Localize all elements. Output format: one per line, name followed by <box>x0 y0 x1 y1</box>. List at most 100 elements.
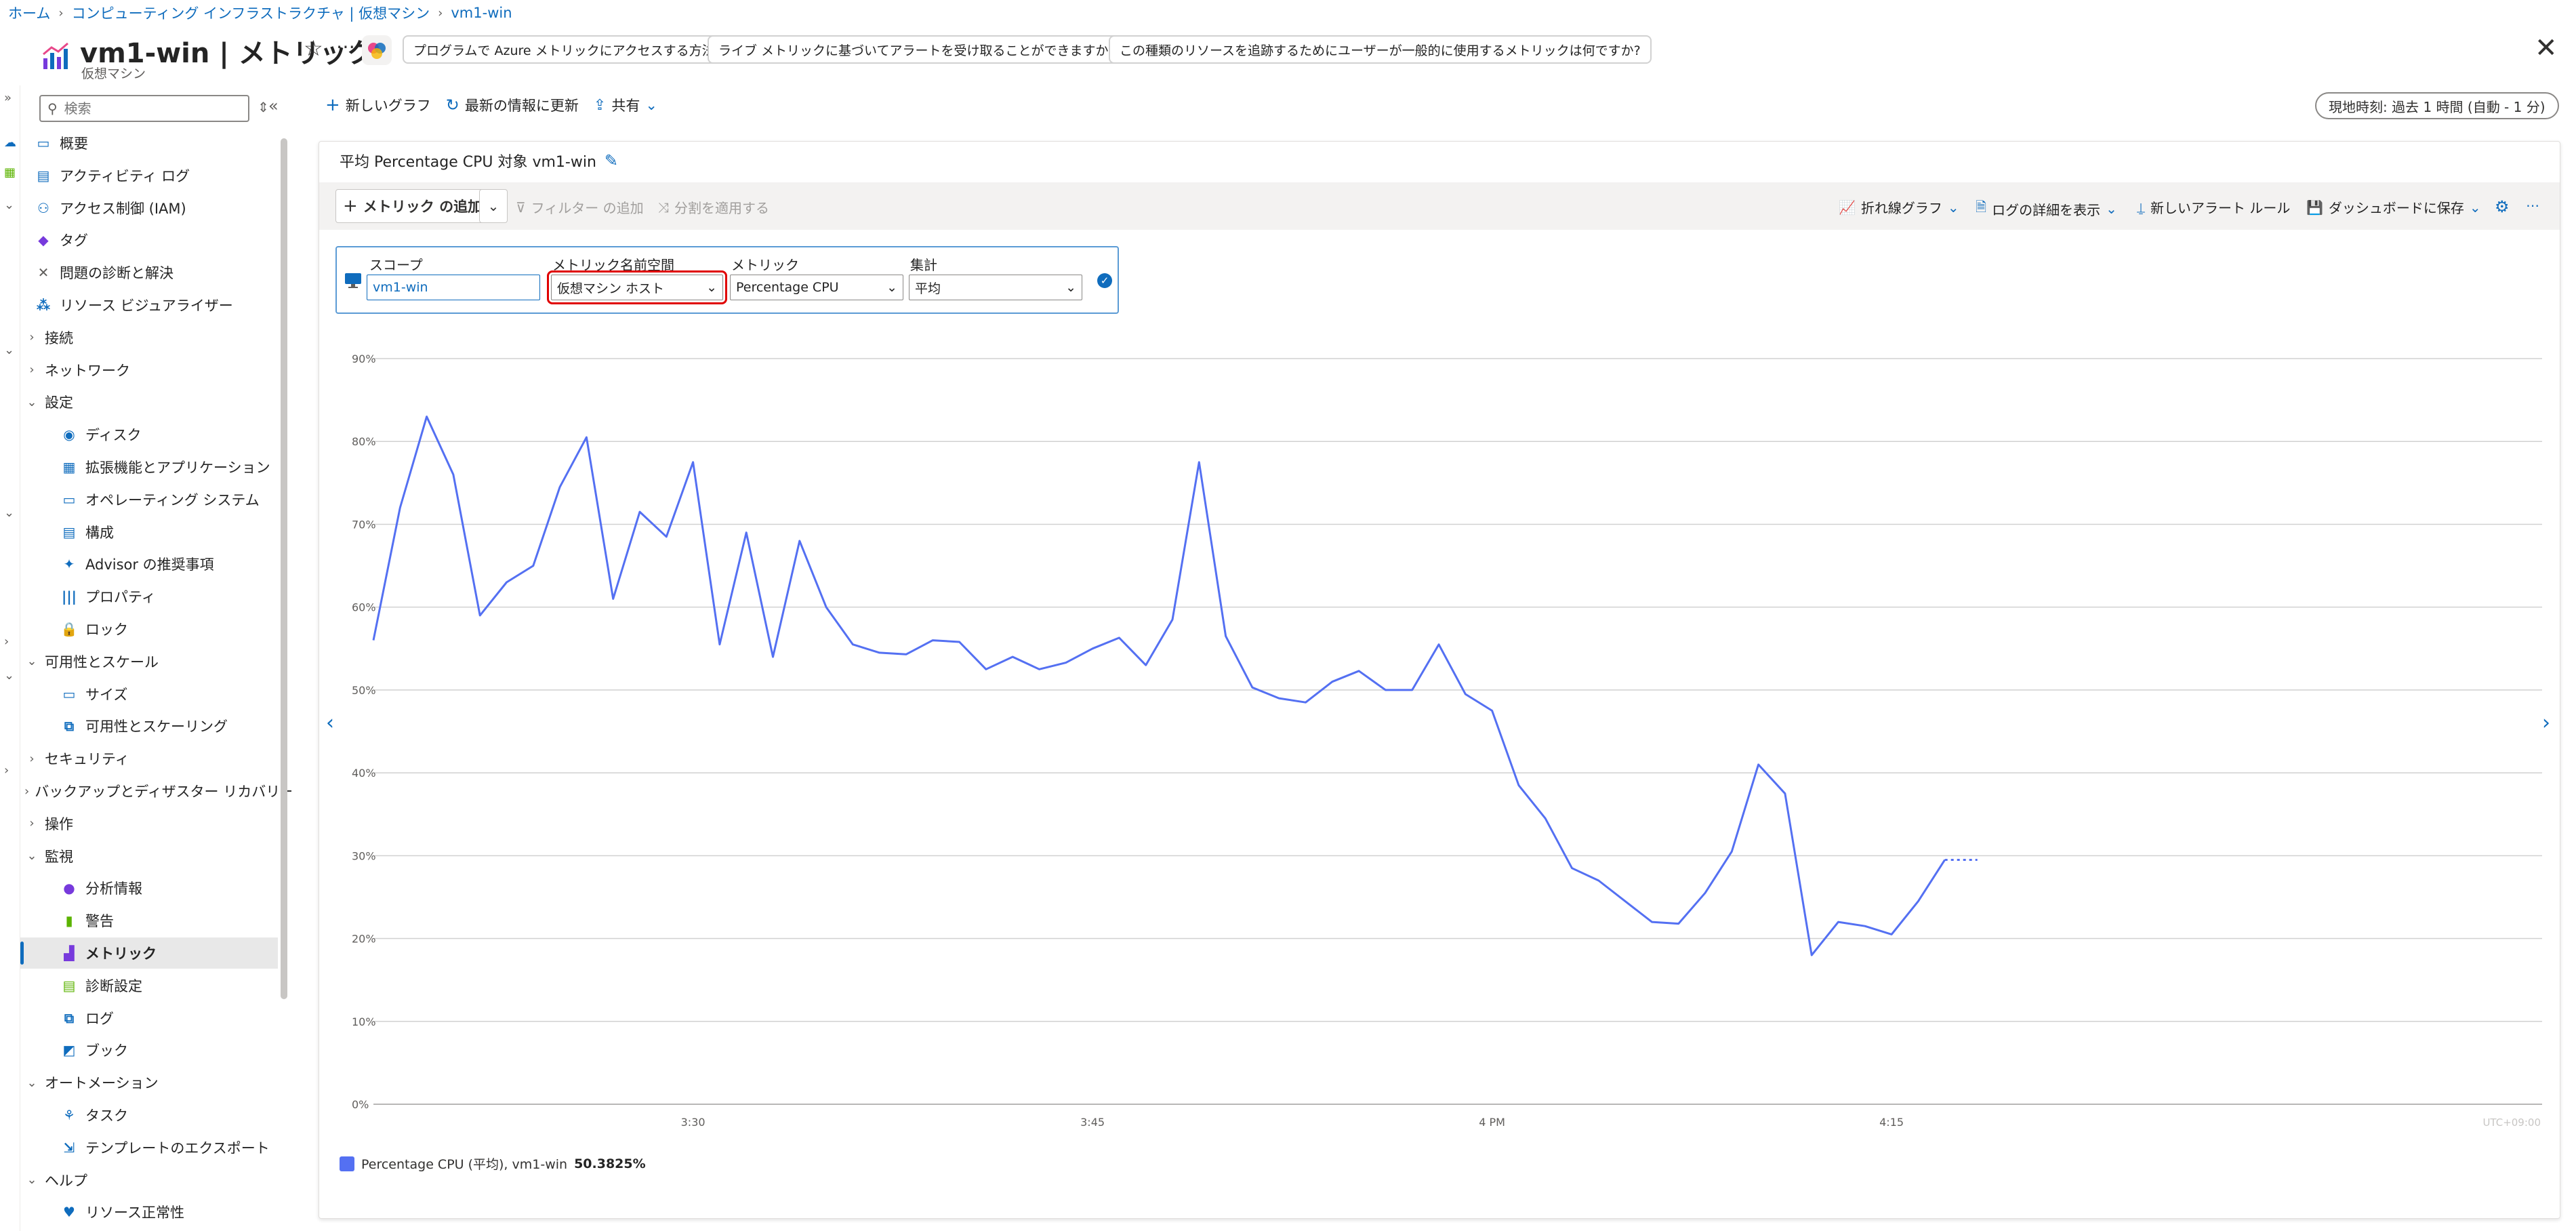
config-icon: ▤ <box>62 523 76 540</box>
sidebar-item[interactable]: ⌄ 監視 <box>20 841 278 872</box>
add-metric-dropdown[interactable]: ⌄ <box>479 189 508 223</box>
chevron-right-icon[interactable]: › <box>4 763 9 778</box>
line-chart[interactable]: 0% 10% 20% 30% 40% 50% 60% 70% 80% 90% 3:30 3:45 4 P… <box>319 345 2560 1152</box>
sidebar-item[interactable]: ▮ 警告 <box>20 905 278 936</box>
chevron-right-icon[interactable]: › <box>4 634 9 649</box>
collapse-sidebar-icon[interactable]: « <box>268 96 279 115</box>
sidebar-item[interactable]: ▭ 概要 <box>20 127 278 159</box>
sidebar-item[interactable]: ▤ アクティビティ ログ <box>20 160 278 191</box>
sidebar-item[interactable]: ▭ サイズ <box>20 679 278 710</box>
more-icon[interactable]: ⋯ <box>336 35 355 58</box>
sidebar-item[interactable]: ⚇ アクセス制御 (IAM) <box>20 193 278 224</box>
chevron-down-icon[interactable]: ⌄ <box>4 506 14 520</box>
namespace-dropdown[interactable]: 仮想マシン ホスト ⌄ <box>547 270 727 304</box>
breadcrumb-vm[interactable]: vm1-win <box>451 5 512 21</box>
sidebar-item[interactable]: ⌄ オートメーション <box>20 1067 278 1098</box>
sidebar-item-label: アクセス制御 (IAM) <box>60 200 186 217</box>
chart-legend[interactable]: Percentage CPU (平均), vm1-win 50.3825% <box>340 1154 646 1173</box>
sidebar-item[interactable]: ⁂ リソース ビジュアライザー <box>20 289 278 321</box>
metric-dropdown[interactable]: Percentage CPU ⌄ <box>730 275 903 300</box>
chevron-right-icon[interactable]: › <box>2542 711 2550 735</box>
search-input[interactable] <box>64 100 227 117</box>
add-metric-button[interactable]: + メトリック の追加 <box>335 189 490 223</box>
breadcrumb-compute[interactable]: コンピューティング インフラストラクチャ | 仮想マシン <box>72 3 430 23</box>
sidebar-item[interactable]: ● 分析情報 <box>20 872 278 904</box>
sidebar-item[interactable]: ◉ ディスク <box>20 419 278 450</box>
sidebar-item[interactable]: ⌄ 設定 <box>20 386 278 418</box>
chevron-right-icon[interactable]: › <box>24 816 39 830</box>
chevron-left-icon[interactable]: ‹ <box>326 711 334 735</box>
sidebar-item[interactable]: › セキュリティ <box>20 743 278 774</box>
chevron-down-icon[interactable]: ⌄ <box>24 1076 39 1090</box>
chevron-right-icon[interactable]: › <box>24 752 39 766</box>
chevron-down-icon[interactable]: ⌄ <box>24 849 39 863</box>
sidebar-item[interactable]: ⌄ 可用性とスケール <box>20 646 278 677</box>
chevron-right-icon[interactable]: › <box>24 330 39 344</box>
sidebar-item[interactable]: › 操作 <box>20 808 278 839</box>
more-options-button[interactable]: ⋯ <box>2526 197 2539 214</box>
sidebar-item[interactable]: ▟ メトリック <box>20 937 278 969</box>
sidebar-search[interactable]: ⚲ <box>39 95 249 122</box>
edit-pencil-icon[interactable]: ✎ <box>605 151 618 170</box>
scope-field[interactable]: vm1-win <box>367 275 540 300</box>
size-icon: ▭ <box>62 685 76 702</box>
apply-split-button[interactable]: ⤨ 分割を適用する <box>658 197 769 217</box>
chevron-right-icon[interactable]: › <box>24 784 29 799</box>
sidebar-item[interactable]: ▭ オペレーティング システム <box>20 484 278 515</box>
sidebar-item[interactable]: ⚘ タスク <box>20 1099 278 1131</box>
sort-icon[interactable]: ⇕ <box>258 99 269 115</box>
save-dashboard-button[interactable]: 💾 ダッシュボードに保存 ⌄ <box>2306 197 2481 217</box>
sidebar-item[interactable]: ▤ 診断設定 <box>20 970 278 1001</box>
copilot-icon[interactable] <box>362 35 392 65</box>
sidebar-item[interactable]: ♥ リソース正常性 <box>20 1196 278 1228</box>
sidebar-item-label: 診断設定 <box>85 977 142 994</box>
expand-icon[interactable]: » <box>4 91 12 105</box>
chevron-down-icon[interactable]: ⌄ <box>4 668 14 683</box>
chevron-down-icon[interactable]: ⌄ <box>4 343 14 357</box>
line-chart-button[interactable]: 📈 折れ線グラフ ⌄ <box>1839 197 1959 217</box>
sidebar-item[interactable]: ◆ タグ <box>20 224 278 256</box>
chevron-right-icon[interactable]: › <box>24 363 39 377</box>
sidebar-item[interactable]: ✦ Advisor の推奨事項 <box>20 548 278 580</box>
sidebar-item[interactable]: ⧉ 可用性とスケーリング <box>20 710 278 742</box>
chevron-down-icon[interactable]: ⌄ <box>24 1173 39 1187</box>
cloud-icon[interactable]: ☁ <box>4 136 16 150</box>
sidebar-item[interactable]: › 接続 <box>20 322 278 353</box>
close-icon[interactable]: ✕ <box>2535 33 2558 64</box>
sidebar-item[interactable]: › バックアップとディザスター リカバリー <box>20 775 291 807</box>
refresh-button[interactable]: ↻ 最新の情報に更新 <box>446 95 579 115</box>
new-alert-rule-button[interactable]: ⍊ 新しいアラート ルール <box>2137 197 2290 217</box>
sidebar-item[interactable]: ◩ ブック <box>20 1034 278 1066</box>
sidebar-item[interactable]: › ネットワーク <box>20 355 278 386</box>
checkmark-icon[interactable]: ✓ <box>1097 273 1112 288</box>
sidebar-item[interactable]: ⌄ ヘルプ <box>20 1165 278 1196</box>
time-range-button[interactable]: 現地時刻: 過去 1 時間 (自動 - 1 分) <box>2315 92 2559 119</box>
breadcrumb-home[interactable]: ホーム <box>8 3 50 23</box>
sidebar-item[interactable]: ✕ 問題の診断と解決 <box>20 257 278 288</box>
aggregation-dropdown[interactable]: 平均 ⌄ <box>909 275 1082 300</box>
sidebar-item[interactable]: ⧉ ログ <box>20 1003 278 1034</box>
suggestion-chip-3[interactable]: この種類のリソースを追跡するためにユーザーが一般的に使用するメトリックは何ですか… <box>1109 35 1652 64</box>
suggestion-chip-2[interactable]: ライブ メトリックに基づいてアラートを受け取ることができますか? <box>708 35 1126 64</box>
grid-icon[interactable]: ▦ <box>4 165 16 180</box>
sidebar-item[interactable]: ▤ 構成 <box>20 517 278 548</box>
sidebar-scrollbar[interactable] <box>281 138 287 999</box>
chevron-down-icon[interactable]: ⌄ <box>24 395 39 409</box>
star-icon[interactable]: ☆ <box>304 35 323 61</box>
chevron-down-icon[interactable]: ⌄ <box>4 198 14 212</box>
share-button[interactable]: ⇪ 共有 ⌄ <box>594 95 657 115</box>
add-filter-button[interactable]: ⊽ フィルター の追加 <box>516 197 644 217</box>
new-chart-button[interactable]: + 新しいグラフ <box>325 95 431 115</box>
sidebar-item[interactable]: ▦ 拡張機能とアプリケーション <box>20 451 278 483</box>
sidebar-item-label: 拡張機能とアプリケーション <box>85 460 270 476</box>
sidebar-item[interactable]: ||| プロパティ <box>20 581 278 612</box>
chevron-down-icon: ⌄ <box>706 280 717 295</box>
settings-button[interactable]: ⚙ <box>2495 197 2510 216</box>
chevron-down-icon[interactable]: ⌄ <box>24 654 39 668</box>
sidebar-item[interactable]: ⇲ テンプレートのエクスポート <box>20 1132 278 1163</box>
logs-detail-button[interactable]: 🗎 ログの詳細を表示 ⌄ <box>1976 197 2117 220</box>
suggestion-chip-1[interactable]: プログラムで Azure メトリックにアクセスする方法 <box>403 35 726 64</box>
sidebar-item[interactable]: 🔒 ロック <box>20 613 278 645</box>
chevron-down-icon: ⌄ <box>1065 280 1076 295</box>
series-line-percentage-cpu[interactable] <box>372 416 1946 956</box>
